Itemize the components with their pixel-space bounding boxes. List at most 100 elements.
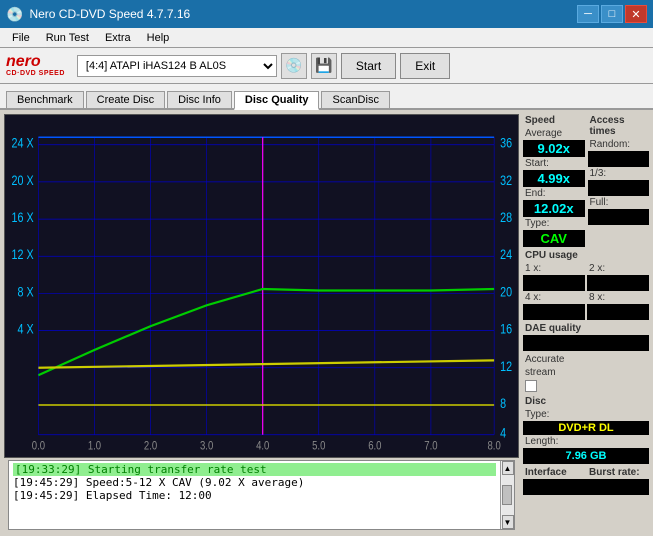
tab-benchmark[interactable]: Benchmark [6, 91, 84, 108]
log-line-2: [19:45:29] Speed:5-12 X CAV (9.02 X aver… [13, 476, 496, 489]
title-bar-left: 💿 Nero CD-DVD Speed 4.7.7.16 [6, 6, 190, 23]
cpu-4x-label: 4 x: [523, 291, 585, 304]
scroll-track [502, 475, 514, 515]
average-value: 9.02x [523, 140, 585, 157]
random-value [588, 151, 650, 167]
svg-text:4.0: 4.0 [256, 440, 269, 453]
tabs: Benchmark Create Disc Disc Info Disc Qua… [0, 84, 653, 110]
svg-text:8: 8 [500, 396, 506, 411]
accurate-label: Accurate [523, 353, 649, 366]
interface-section: Interface Burst rate: [523, 466, 649, 495]
cpu-1x-col: 1 x: [523, 262, 585, 291]
scroll-down-button[interactable]: ▼ [502, 515, 514, 529]
svg-text:4 X: 4 X [18, 321, 34, 336]
scroll-up-button[interactable]: ▲ [502, 461, 514, 475]
menu-help[interactable]: Help [139, 31, 178, 45]
end-label: End: [523, 187, 548, 200]
menu-file[interactable]: File [4, 31, 38, 45]
chart-container: 24 X 20 X 16 X 12 X 8 X 4 X 36 32 28 24 … [4, 114, 519, 458]
title-bar: 💿 Nero CD-DVD Speed 4.7.7.16 ─ □ ✕ [0, 0, 653, 28]
cpu-4x-col: 4 x: [523, 291, 585, 320]
burst-label: Burst rate: [587, 466, 649, 479]
logo-sub: CD·DVD SPEED [6, 70, 65, 77]
scroll-thumb[interactable] [502, 485, 512, 505]
cpu-4x-value [523, 304, 585, 320]
svg-text:24 X: 24 X [12, 136, 34, 151]
cpu-8x-value [587, 304, 649, 320]
disc-section: Disc Type: DVD+R DL Length: 7.96 GB [523, 395, 649, 464]
disc-type-label: Type: [523, 408, 649, 421]
access-times-label: Access times [588, 114, 650, 138]
type-value: CAV [523, 230, 585, 247]
accurate-stream-checkbox[interactable] [525, 380, 537, 392]
svg-text:12 X: 12 X [12, 247, 34, 262]
start-label: Start: [523, 157, 551, 170]
speed-label: Speed [523, 114, 585, 127]
cpu-section: CPU usage 1 x: 2 x: 4 x: 8 x: [523, 249, 649, 320]
tab-scandisc[interactable]: ScanDisc [321, 91, 389, 108]
app-title: Nero CD-DVD Speed 4.7.7.16 [29, 7, 190, 21]
burst-col: Burst rate: [587, 466, 649, 479]
start-button[interactable]: Start [341, 53, 396, 79]
tab-create-disc[interactable]: Create Disc [86, 91, 165, 108]
dae-value [523, 335, 649, 351]
toolbar: nero CD·DVD SPEED [4:4] ATAPI iHAS124 B … [0, 48, 653, 84]
logo: nero CD·DVD SPEED [6, 54, 65, 77]
end-value: 12.02x [523, 200, 585, 217]
main-content: 24 X 20 X 16 X 12 X 8 X 4 X 36 32 28 24 … [0, 110, 653, 536]
right-panel: Speed Average 9.02x Start: 4.99x End: 12… [523, 110, 653, 536]
save-icon-button[interactable]: 💾 [311, 53, 337, 79]
log-content: [19:33:29] Starting transfer rate test [… [9, 461, 500, 529]
log-area: [19:33:29] Starting transfer rate test [… [8, 460, 515, 530]
svg-text:3.0: 3.0 [200, 440, 213, 453]
exit-button[interactable]: Exit [400, 53, 450, 79]
disc-type-value: DVD+R DL [523, 421, 649, 435]
app-icon: 💿 [6, 6, 23, 23]
cpu-row: 1 x: 2 x: [523, 262, 649, 291]
top-panels: Speed Average 9.02x Start: 4.99x End: 12… [523, 114, 649, 247]
chart-area: 24 X 20 X 16 X 12 X 8 X 4 X 36 32 28 24 … [0, 110, 523, 536]
cpu-8x-col: 8 x: [587, 291, 649, 320]
log-scrollbar: ▲ ▼ [500, 461, 514, 529]
disc-length-value: 7.96 GB [523, 448, 649, 464]
interface-label: Interface [523, 466, 585, 479]
cpu-8x-label: 8 x: [587, 291, 649, 304]
log-line-1: [19:33:29] Starting transfer rate test [13, 463, 496, 476]
menu-extra[interactable]: Extra [97, 31, 139, 45]
tab-disc-info[interactable]: Disc Info [167, 91, 232, 108]
close-button[interactable]: ✕ [625, 5, 647, 23]
svg-text:0.0: 0.0 [32, 440, 45, 453]
cpu-row2: 4 x: 8 x: [523, 291, 649, 320]
tab-disc-quality[interactable]: Disc Quality [234, 91, 320, 110]
accurate-stream-section: Accurate stream [523, 353, 649, 393]
svg-text:16 X: 16 X [12, 210, 34, 225]
svg-text:6.0: 6.0 [368, 440, 381, 453]
maximize-button[interactable]: □ [601, 5, 623, 23]
svg-text:28: 28 [500, 210, 512, 225]
random-label: Random: [588, 138, 650, 151]
svg-text:2.0: 2.0 [144, 440, 157, 453]
interface-col: Interface [523, 466, 585, 479]
menu-run-test[interactable]: Run Test [38, 31, 97, 45]
chart-svg: 24 X 20 X 16 X 12 X 8 X 4 X 36 32 28 24 … [5, 115, 518, 457]
logo-nero: nero [6, 54, 65, 70]
full-label: Full: [588, 196, 650, 209]
svg-text:8.0: 8.0 [488, 440, 501, 453]
burst-value [523, 479, 649, 495]
log-line-3: [19:45:29] Elapsed Time: 12:00 [13, 489, 496, 502]
svg-text:4: 4 [500, 426, 506, 441]
end-row: End: [523, 187, 585, 200]
cpu-1x-label: 1 x: [523, 262, 585, 275]
svg-text:12: 12 [500, 359, 512, 374]
disc-icon-button[interactable]: 💿 [281, 53, 307, 79]
svg-text:20: 20 [500, 284, 512, 299]
svg-text:16: 16 [500, 321, 512, 336]
interface-burst-row: Interface Burst rate: [523, 466, 649, 479]
svg-text:8 X: 8 X [18, 284, 34, 299]
drive-select[interactable]: [4:4] ATAPI iHAS124 B AL0S [77, 55, 277, 77]
disc-length-label: Length: [523, 435, 649, 448]
cpu-2x-value [587, 275, 649, 291]
minimize-button[interactable]: ─ [577, 5, 599, 23]
full-value [588, 209, 650, 225]
start-row: Start: [523, 157, 585, 170]
